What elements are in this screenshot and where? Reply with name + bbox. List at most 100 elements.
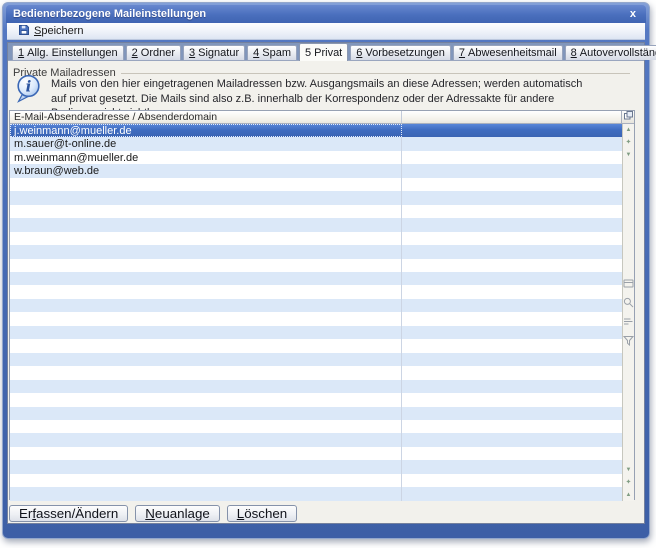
- table-row[interactable]: [10, 259, 622, 272]
- grid-tool-strip[interactable]: ▲ ✦ ▼: [622, 124, 634, 501]
- tab-vorbesetzungen[interactable]: 6Vorbesetzungen: [350, 45, 451, 60]
- tab-spam[interactable]: 4Spam: [247, 45, 297, 60]
- empty-cell: [402, 353, 622, 366]
- filter-icon[interactable]: [623, 335, 634, 346]
- empty-cell: [402, 259, 622, 272]
- table-row[interactable]: [10, 178, 622, 191]
- table-row[interactable]: [10, 312, 622, 325]
- table-row[interactable]: [10, 366, 622, 379]
- table-row[interactable]: [10, 232, 622, 245]
- table-row[interactable]: [10, 218, 622, 231]
- table-row[interactable]: [10, 326, 622, 339]
- table-body: j.weinmann@mueller.dem.sauer@t-online.de…: [10, 124, 622, 501]
- footer-buttons: Erfassen/Ändern Neuanlage Löschen: [9, 505, 297, 522]
- empty-cell: [402, 447, 622, 460]
- empty-cell: [402, 487, 622, 500]
- scroll-page-down-icon[interactable]: ▼: [626, 467, 632, 473]
- grid-header-filler: [402, 111, 621, 123]
- address-grid: E-Mail-Absenderadresse / Absenderdomain …: [9, 110, 635, 500]
- strip-top-group: ▲ ✦ ▼: [626, 127, 632, 158]
- empty-cell: [402, 285, 622, 298]
- table-row[interactable]: w.braun@web.de: [10, 164, 622, 177]
- empty-cell: [402, 393, 622, 406]
- empty-cell: [402, 407, 622, 420]
- table-row[interactable]: [10, 420, 622, 433]
- empty-cell: [402, 191, 622, 204]
- email-address-cell: j.weinmann@mueller.de: [14, 125, 132, 137]
- grid-header-row: E-Mail-Absenderadresse / Absenderdomain: [10, 111, 634, 124]
- empty-cell: [402, 460, 622, 473]
- sort-icon[interactable]: [623, 316, 634, 327]
- content-frame: 1Allg. Einstellungen 2Ordner 3Signatur 4…: [7, 42, 645, 524]
- table-row[interactable]: m.sauer@t-online.de: [10, 137, 622, 150]
- empty-cell: [402, 124, 622, 137]
- table-row[interactable]: [10, 447, 622, 460]
- empty-cell: [402, 164, 622, 177]
- neuanlage-button[interactable]: Neuanlage: [135, 505, 220, 522]
- empty-cell: [402, 205, 622, 218]
- table-row[interactable]: [10, 380, 622, 393]
- table-row[interactable]: [10, 353, 622, 366]
- close-icon[interactable]: x: [627, 9, 639, 20]
- scroll-thumb-icon[interactable]: ✦: [626, 139, 632, 146]
- empty-cell: [402, 420, 622, 433]
- empty-cell: [402, 272, 622, 285]
- email-address-cell: w.braun@web.de: [14, 165, 99, 177]
- tab-abwesenheitsmail[interactable]: 7Abwesenheitsmail: [453, 45, 563, 60]
- table-row[interactable]: [10, 460, 622, 473]
- empty-cell: [402, 326, 622, 339]
- table-row[interactable]: [10, 487, 622, 500]
- table-row[interactable]: [10, 205, 622, 218]
- scroll-thumb2-icon[interactable]: ✦: [626, 479, 632, 486]
- strip-bottom-group: ▼ ✦ ▲: [626, 467, 632, 498]
- empty-cell: [402, 137, 622, 150]
- erfassen-aendern-button[interactable]: Erfassen/Ändern: [9, 505, 128, 522]
- empty-cell: [402, 474, 622, 487]
- column-options-icon: [624, 111, 633, 123]
- scroll-up-icon[interactable]: ▲: [626, 127, 632, 133]
- table-row[interactable]: m.weinmann@mueller.de: [10, 151, 622, 164]
- card-view-icon[interactable]: [623, 278, 634, 289]
- table-row[interactable]: [10, 339, 622, 352]
- table-row[interactable]: [10, 191, 622, 204]
- empty-cell: [402, 299, 622, 312]
- email-address-cell: m.weinmann@mueller.de: [14, 152, 138, 164]
- tab-bar: 1Allg. Einstellungen 2Ordner 3Signatur 4…: [8, 43, 644, 61]
- save-icon: [18, 24, 30, 39]
- table-row[interactable]: j.weinmann@mueller.de: [10, 124, 622, 137]
- empty-cell: [402, 339, 622, 352]
- table-row[interactable]: [10, 272, 622, 285]
- empty-cell: [402, 245, 622, 258]
- column-options-button[interactable]: [621, 111, 634, 123]
- tab-allg-einstellungen[interactable]: 1Allg. Einstellungen: [12, 45, 124, 60]
- search-icon[interactable]: [623, 297, 634, 308]
- empty-cell: [402, 312, 622, 325]
- table-row[interactable]: [10, 285, 622, 298]
- scroll-end-icon[interactable]: ▲: [626, 492, 632, 498]
- loeschen-button[interactable]: Löschen: [227, 505, 297, 522]
- table-row[interactable]: [10, 245, 622, 258]
- empty-cell: [402, 232, 622, 245]
- tab-autovervollstaendigung[interactable]: 8Autovervollständigung: [565, 45, 656, 60]
- tab-page-privat: Private Mailadressen: [8, 61, 644, 523]
- table-row[interactable]: [10, 299, 622, 312]
- grid-header-cell[interactable]: E-Mail-Absenderadresse / Absenderdomain: [10, 111, 402, 123]
- toolbar: Speichern: [7, 23, 645, 40]
- scroll-down-icon[interactable]: ▼: [626, 152, 632, 158]
- empty-cell: [402, 380, 622, 393]
- table-row[interactable]: [10, 433, 622, 446]
- empty-cell: [402, 178, 622, 191]
- save-button[interactable]: Speichern: [13, 22, 89, 41]
- save-label: Speichern: [34, 25, 84, 37]
- tab-signatur[interactable]: 3Signatur: [183, 45, 245, 60]
- svg-text:i: i: [26, 78, 32, 96]
- empty-cell: [402, 218, 622, 231]
- empty-cell: [402, 366, 622, 379]
- window-title: Bedienerbezogene Maileinstellungen: [13, 8, 627, 20]
- tab-privat[interactable]: 5Privat: [299, 43, 348, 61]
- table-row[interactable]: [10, 407, 622, 420]
- empty-cell: [402, 151, 622, 164]
- tab-ordner[interactable]: 2Ordner: [126, 45, 181, 60]
- table-row[interactable]: [10, 474, 622, 487]
- table-row[interactable]: [10, 393, 622, 406]
